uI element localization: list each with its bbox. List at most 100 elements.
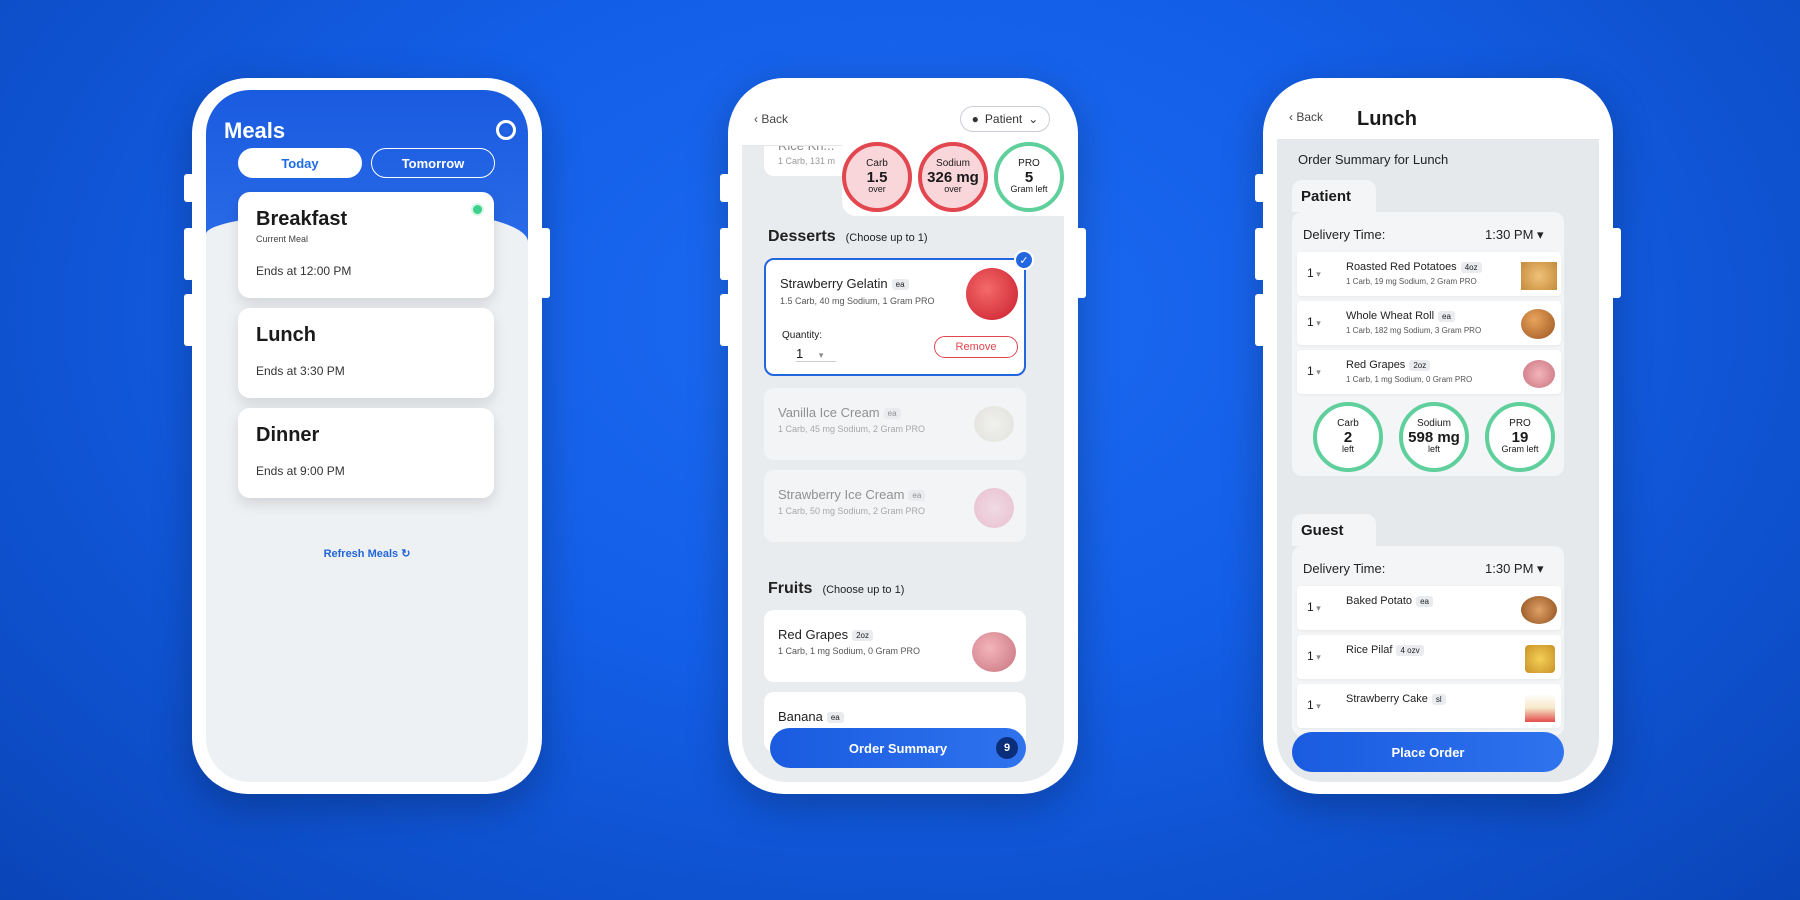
chevron-down-icon: ▾ (818, 350, 824, 360)
unit-tag: ea (826, 712, 844, 724)
phone-side-button (1255, 228, 1265, 280)
table-row[interactable]: 1 Red Grapes2oz 1 Carb, 1 mg Sodium, 0 G… (1297, 350, 1561, 394)
summary-heading: Order Summary for Lunch (1298, 152, 1449, 167)
delivery-time[interactable]: 1:30 PM ▾ (1485, 561, 1544, 577)
phone-side-button (184, 174, 194, 202)
item-name-row: Banana ea (778, 709, 844, 724)
delivery-time[interactable]: 1:30 PM ▾ (1485, 227, 1544, 243)
ring-sub: left (1341, 444, 1354, 455)
pro-ring: PRO 19 Gram left (1485, 402, 1555, 472)
patient-tab: Patient (1292, 180, 1376, 212)
quantity-select[interactable]: 1 (1307, 364, 1321, 378)
item-name: Whole Wheat Roll (1346, 310, 1435, 322)
item-desc: 1 Carb, 131 m (778, 156, 836, 166)
quantity-value: 1 (796, 346, 804, 361)
ring-sub: over (868, 184, 886, 195)
back-button[interactable]: ‹ Back (1289, 110, 1323, 124)
quantity-label: Quantity: (782, 330, 823, 341)
carb-ring: Carb 1.5 over (842, 142, 912, 212)
phone-order-summary: ‹ Back Lunch Order Summary for Lunch Pat… (1255, 78, 1621, 794)
ring-value: 19 (1511, 428, 1529, 446)
meal-end-time: Ends at 9:00 PM (256, 464, 345, 478)
grapes-image (1523, 360, 1555, 388)
item-name-row: Vanilla Ice Cream ea (778, 405, 901, 420)
phone-side-button (184, 294, 194, 346)
ring-sub: left (1427, 444, 1440, 455)
meal-card-lunch[interactable]: Lunch Ends at 3:30 PM (238, 308, 494, 398)
item-desc: 1 Carb, 50 mg Sodium, 2 Gram PRO (778, 506, 926, 516)
list-item[interactable]: Red Grapes 2oz 1 Carb, 1 mg Sodium, 0 Gra… (764, 610, 1026, 682)
unit-tag: 4 ozv (1396, 644, 1424, 656)
selected-item-card[interactable]: Strawberry Gelatin ea 1.5 Carb, 40 mg Sod… (764, 250, 1034, 376)
section-fruits: Fruits (Choose up to 1) (768, 580, 904, 598)
meals-screen: Meals Today Tomorrow Breakfast Current M… (206, 90, 528, 782)
quantity-select[interactable]: 1 (1307, 600, 1321, 614)
table-row[interactable]: 1 Roasted Red Potatoes4oz 1 Carb, 19 mg … (1297, 252, 1561, 296)
list-item[interactable]: Vanilla Ice Cream ea 1 Carb, 45 mg Sodium… (764, 388, 1026, 460)
user-icon: ● (971, 112, 979, 126)
delivery-row[interactable]: Delivery Time: 1:30 PM ▾ (1303, 227, 1544, 242)
cake-image (1525, 694, 1555, 722)
quantity-select[interactable]: 1 (1307, 698, 1321, 712)
item-desc: 1 Carb, 1 mg Sodium, 0 Gram PRO (1346, 375, 1473, 384)
phone-side-button (1611, 228, 1621, 298)
quantity-select[interactable]: 1 (1307, 649, 1321, 663)
unit-tag: ea (908, 490, 926, 502)
ring-sub: Gram left (1501, 444, 1539, 455)
order-summary-button[interactable]: Order Summary 9 (770, 728, 1026, 768)
meal-card-breakfast[interactable]: Breakfast Current Meal Ends at 12:00 PM (238, 192, 494, 298)
unit-tag: ea (1416, 595, 1433, 607)
phone-menu: Rice Kri... 1 Carb, 131 m ‹ Back ●Patien… (720, 78, 1086, 794)
ring-value: 326 mg (927, 168, 979, 186)
delivery-row[interactable]: Delivery Time: 1:30 PM ▾ (1303, 561, 1544, 576)
back-label: Back (1296, 110, 1324, 124)
section-note: (Choose up to 1) (822, 584, 905, 596)
order-summary-label: Order Summary (848, 740, 948, 756)
table-row[interactable]: 1 Baked Potatoea (1297, 586, 1561, 630)
item-name: Roasted Red Potatoes (1346, 261, 1457, 273)
refresh-meals-link[interactable]: Refresh Meals ↻ (206, 547, 528, 560)
sodium-ring: Sodium 598 mg left (1399, 402, 1469, 472)
item-name: Banana (778, 709, 823, 724)
remove-button[interactable]: Remove (934, 336, 1018, 358)
table-row[interactable]: 1 Whole Wheat Rollea 1 Carb, 182 mg Sodi… (1297, 301, 1561, 345)
delivery-label: Delivery Time: (1303, 227, 1386, 242)
phone-side-button (720, 294, 730, 346)
unit-tag: 4oz (1460, 261, 1482, 273)
list-item[interactable]: Strawberry Ice Cream ea 1 Carb, 50 mg Sod… (764, 470, 1026, 542)
item-name-row: Strawberry Gelatin ea (780, 276, 909, 291)
quantity-select[interactable]: 1 (1307, 266, 1321, 280)
tab-tomorrow[interactable]: Tomorrow (371, 148, 495, 178)
back-button[interactable]: ‹ Back (754, 112, 788, 126)
table-row[interactable]: 1 Strawberry Cakesl (1297, 684, 1561, 728)
current-indicator (473, 205, 482, 214)
tab-today[interactable]: Today (238, 148, 362, 178)
ring-sub: Gram left (1010, 184, 1048, 195)
unit-tag: 2oz (852, 630, 873, 642)
gear-icon[interactable] (496, 120, 516, 140)
quantity-select[interactable]: 1 ▾ (796, 346, 836, 362)
item-desc: 1 Carb, 45 mg Sodium, 2 Gram PRO (778, 424, 926, 434)
role-selector[interactable]: ● Patient ⌄ (960, 106, 1050, 132)
rice-pilaf-image (1525, 645, 1555, 673)
meal-end-time: Ends at 12:00 PM (256, 264, 352, 278)
role-label: Patient (984, 112, 1023, 126)
potatoes-image (1521, 262, 1557, 290)
item-name: Strawberry Gelatin (780, 276, 888, 291)
item-name: Red Grapes (778, 627, 849, 642)
unit-tag: sl (1431, 693, 1446, 705)
guest-tab: Guest (1292, 514, 1376, 546)
item-name: Rice Pilaf (1346, 644, 1393, 656)
item-name: Vanilla Ice Cream (778, 405, 880, 420)
item-name-row: Strawberry Ice Cream ea (778, 487, 926, 502)
quantity-select[interactable]: 1 (1307, 315, 1321, 329)
phone-side-button (1255, 174, 1265, 202)
page-title: Meals (224, 118, 286, 143)
phone-side-button (720, 228, 730, 280)
ring-value: 1.5 (866, 168, 888, 186)
meal-card-dinner[interactable]: Dinner Ends at 9:00 PM (238, 408, 494, 498)
table-row[interactable]: 1 Rice Pilaf4 ozv (1297, 635, 1561, 679)
item-desc: 1.5 Carb, 40 mg Sodium, 1 Gram PRO (780, 296, 935, 306)
place-order-button[interactable]: Place Order (1292, 732, 1564, 772)
roll-image (1521, 309, 1555, 339)
